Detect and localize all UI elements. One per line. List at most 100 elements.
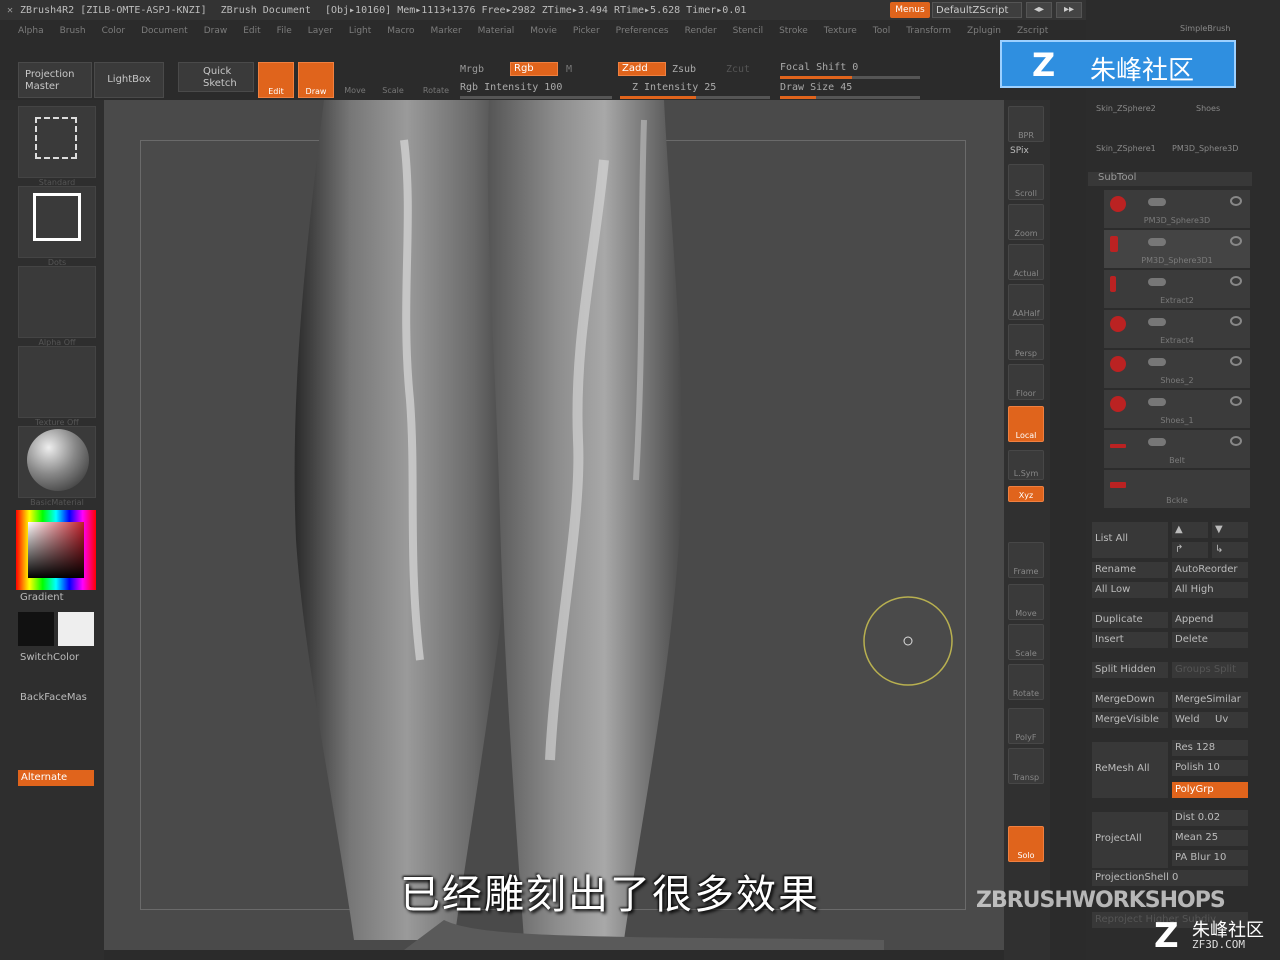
subtool-item[interactable]: Shoes_1 [1104,390,1250,428]
move-button[interactable]: Move [340,62,370,98]
projection-master-button[interactable]: Projection Master [18,62,92,98]
menu-item[interactable]: Material [478,26,515,36]
menu-item[interactable]: Tool [873,26,890,36]
eye-icon[interactable] [1230,276,1242,286]
mean-slider[interactable]: Mean 25 [1172,830,1248,846]
all-low-button[interactable]: All Low [1092,582,1168,598]
menu-item[interactable]: Layer [308,26,333,36]
document-canvas[interactable] [104,100,1004,950]
main-color-swatch[interactable] [18,612,54,646]
mergevisible-button[interactable]: MergeVisible [1092,712,1168,728]
subtool-toggle[interactable] [1148,198,1166,206]
subtool-item[interactable]: Extract2 [1104,270,1250,308]
arrow-left-icon[interactable]: ◂▸ [1026,2,1052,18]
scale-view-button[interactable]: Scale [1008,624,1044,660]
mergesimilar-button[interactable]: MergeSimilar [1172,692,1248,708]
subtool-toggle[interactable] [1148,438,1166,446]
secondary-color-swatch[interactable] [58,612,94,646]
edit-button[interactable]: Edit [258,62,294,98]
material-selector[interactable]: BasicMaterial [18,426,96,507]
eye-icon[interactable] [1230,316,1242,326]
eye-icon[interactable] [1230,396,1242,406]
bpr-button[interactable]: BPR [1008,106,1044,142]
menu-item[interactable]: Brush [60,26,86,36]
rotate-button[interactable]: Rotate [418,62,454,98]
subtool-header[interactable]: SubTool [1088,172,1252,186]
solo-button[interactable]: Solo [1008,826,1044,862]
menu-item[interactable]: Document [141,26,188,36]
zoom-button[interactable]: Zoom [1008,204,1044,240]
frame-button[interactable]: Frame [1008,542,1044,578]
menu-item[interactable]: Texture [824,26,857,36]
split-hidden-button[interactable]: Split Hidden [1092,662,1168,678]
move-up-icon[interactable]: ▲ [1172,522,1208,538]
projectall-button[interactable]: ProjectAll [1092,812,1168,868]
subtool-item[interactable]: PM3D_Sphere3D [1104,190,1250,228]
switchcolor-button[interactable]: SwitchColor [20,652,79,663]
rgb-intensity-slider[interactable]: Rgb Intensity 100 [460,82,562,93]
menu-item[interactable]: Color [102,26,126,36]
scale-button[interactable]: Scale [378,62,408,98]
all-high-button[interactable]: All High [1172,582,1248,598]
subtool-item[interactable]: Extract4 [1104,310,1250,348]
default-zscript-button[interactable]: DefaultZScript [932,2,1022,18]
menu-item[interactable]: Alpha [18,26,44,36]
polish-slider[interactable]: Polish 10 [1172,760,1248,776]
alternate-toggle[interactable]: Alternate [18,770,94,786]
menu-item[interactable]: Zscript [1017,26,1048,36]
brush-selector[interactable]: Standard [18,106,96,187]
draw-button[interactable]: Draw [298,62,334,98]
backface-mask-toggle[interactable]: BackFaceMas [20,692,87,703]
m-toggle[interactable]: M [566,64,572,75]
subtool-item[interactable]: Belt [1104,430,1250,468]
color-picker[interactable] [16,510,96,590]
res-slider[interactable]: Res 128 [1172,740,1248,756]
subtool-toggle[interactable] [1148,318,1166,326]
menu-item[interactable]: Render [685,26,717,36]
subtool-item[interactable]: Bckle [1104,470,1250,508]
aahalf-button[interactable]: AAHalf [1008,284,1044,320]
dist-slider[interactable]: Dist 0.02 [1172,810,1248,826]
menu-item[interactable]: Picker [573,26,600,36]
menu-item[interactable]: Stroke [779,26,808,36]
subtool-item-selected[interactable]: PM3D_Sphere3D1 [1104,230,1250,268]
menus-button[interactable]: Menus [890,2,930,18]
zcut-toggle[interactable]: Zcut [726,64,750,75]
draw-size-slider[interactable]: Draw Size 45 [780,82,852,93]
pa-blur-slider[interactable]: PA Blur 10 [1172,850,1248,866]
gradient-label[interactable]: Gradient [20,592,64,603]
persp-button[interactable]: Persp [1008,324,1044,360]
z-intensity-slider[interactable]: Z Intensity 25 [632,82,716,93]
xyz-button[interactable]: Xyz [1008,486,1044,502]
skin-zsphere2-thumb[interactable]: Skin_ZSphere2 [1096,104,1156,113]
move-to-bottom-icon[interactable]: ↳ [1212,542,1248,558]
zadd-toggle[interactable]: Zadd [618,62,666,76]
menu-item[interactable]: Movie [530,26,557,36]
rename-button[interactable]: Rename [1092,562,1168,578]
lightbox-button[interactable]: LightBox [94,62,164,98]
subtool-toggle[interactable] [1148,278,1166,286]
move-to-top-icon[interactable]: ↱ [1172,542,1208,558]
menu-item[interactable]: Light [349,26,371,36]
weld-button[interactable]: Weld [1172,712,1212,728]
uv-button[interactable]: Uv [1212,712,1248,728]
menu-item[interactable]: Marker [431,26,462,36]
menu-item[interactable]: Stencil [733,26,763,36]
list-all-button[interactable]: List All [1092,522,1168,558]
delete-button[interactable]: Delete [1172,632,1248,648]
pm3d-sphere3d-thumb[interactable]: PM3D_Sphere3D [1172,144,1238,153]
autoreorder-button[interactable]: AutoReorder [1172,562,1248,578]
floor-button[interactable]: Floor [1008,364,1044,400]
menu-item[interactable]: Macro [387,26,414,36]
color-square[interactable] [28,522,84,578]
quick-sketch-button[interactable]: Quick Sketch [178,62,254,92]
subtool-toggle[interactable] [1148,358,1166,366]
local-button[interactable]: Local [1008,406,1044,442]
mergedown-button[interactable]: MergeDown [1092,692,1168,708]
polyf-button[interactable]: PolyF [1008,708,1044,744]
rgb-toggle[interactable]: Rgb [510,62,558,76]
scroll-button[interactable]: Scroll [1008,164,1044,200]
insert-button[interactable]: Insert [1092,632,1168,648]
menu-item[interactable]: Edit [243,26,260,36]
shoes-thumb[interactable]: Shoes [1196,104,1220,113]
